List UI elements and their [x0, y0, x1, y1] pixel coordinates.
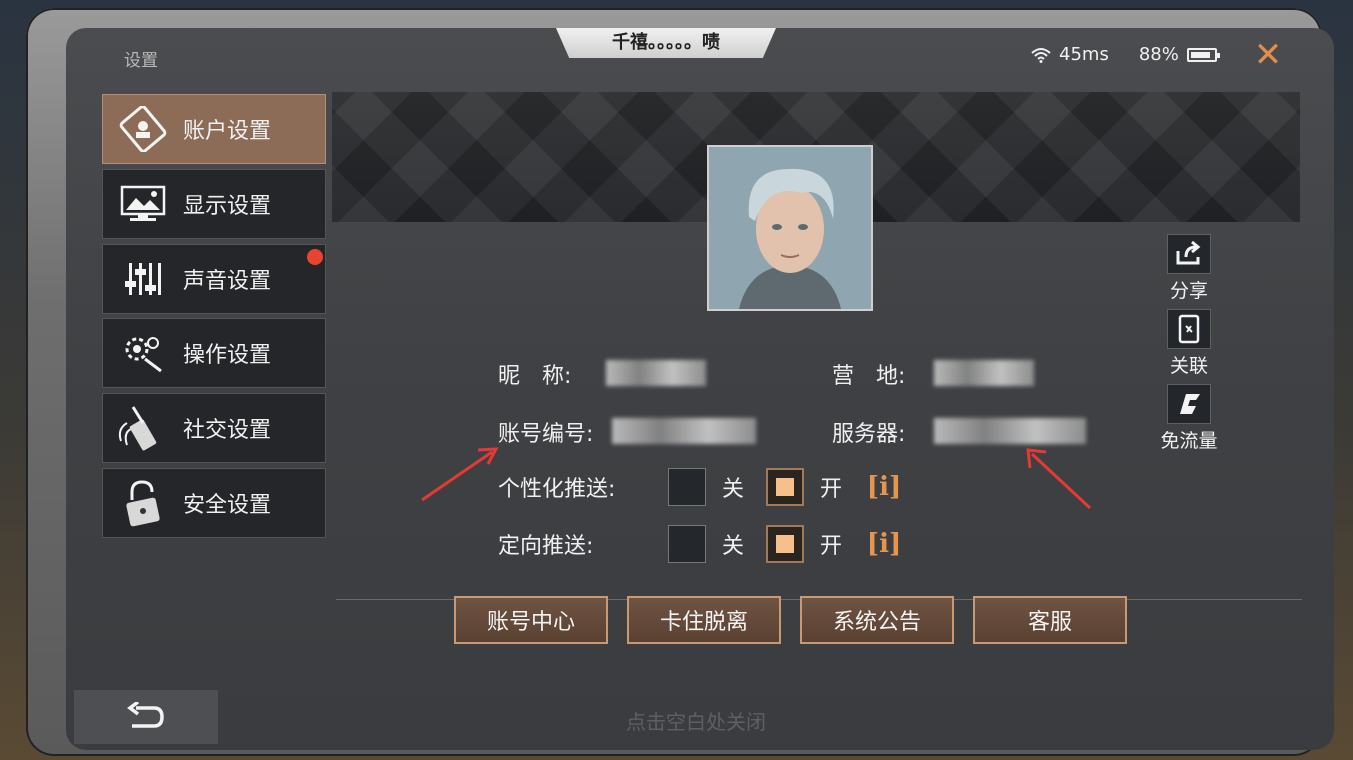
share-icon: [1167, 234, 1211, 274]
phone-link-icon: [1167, 309, 1211, 349]
page-title: 设置: [124, 51, 158, 71]
server-value-redacted: [934, 418, 1086, 444]
sidebar-item-label: 声音设置: [183, 268, 272, 294]
player-avatar: [707, 145, 873, 311]
link-button[interactable]: 关联: [1156, 309, 1222, 378]
status-bar: 45ms 88%: [1031, 44, 1220, 65]
sidebar-item-label: 安全设置: [183, 492, 272, 518]
sidebar-item-label: 社交设置: [183, 418, 272, 444]
nickname-value-redacted: [606, 360, 706, 386]
notification-dot: [307, 248, 323, 265]
sidebar-item-label: 操作设置: [183, 343, 272, 369]
camp-value-redacted: [934, 360, 1034, 386]
share-button[interactable]: 分享: [1156, 234, 1222, 303]
personalized-push-info-icon[interactable]: [i]: [864, 471, 904, 503]
settings-panel: 设置 千禧。。。。。啧 45ms 88% ✕ 账户设置 显示设置 声音设置 操作…: [66, 28, 1334, 750]
announcement-button[interactable]: 系统公告: [800, 596, 954, 644]
gears-icon: [103, 323, 183, 383]
battery-text: 88%: [1138, 44, 1179, 65]
free-data-label: 免流量: [1160, 430, 1218, 452]
lock-icon: [103, 473, 183, 533]
off-label: 关: [722, 534, 745, 559]
back-button[interactable]: [74, 690, 218, 744]
directed-push-off-checkbox[interactable]: [668, 525, 706, 563]
sidebar-item-label: 显示设置: [183, 193, 272, 219]
close-hint: 点击空白处关闭: [626, 710, 766, 734]
display-icon: [103, 174, 183, 234]
sidebar-item-display[interactable]: 显示设置: [102, 168, 326, 239]
sidebar-item-security[interactable]: 安全设置: [102, 467, 326, 538]
directed-push-row: 定向推送: 关 开 [i]: [498, 525, 904, 563]
free-data-icon: [1167, 384, 1211, 424]
account-phone-icon: [103, 99, 183, 159]
directed-push-label: 定向推送:: [498, 534, 594, 559]
camp-label: 营 地:: [832, 364, 906, 389]
close-button[interactable]: ✕: [1250, 38, 1286, 74]
directed-push-on-checkbox[interactable]: [766, 525, 805, 563]
wifi-icon: [1031, 47, 1051, 63]
stuck-escape-button[interactable]: 卡住脱离: [627, 596, 781, 644]
nickname-label: 昵 称:: [498, 364, 572, 389]
personalized-push-off-checkbox[interactable]: [668, 468, 706, 506]
directed-push-info-icon[interactable]: [i]: [864, 528, 904, 560]
support-button[interactable]: 客服: [973, 596, 1127, 644]
off-label: 关: [722, 477, 745, 502]
share-label: 分享: [1169, 280, 1208, 302]
on-label: 开: [820, 477, 843, 502]
account-id-label: 账号编号:: [498, 422, 594, 447]
sidebar-item-social[interactable]: 社交设置: [102, 393, 326, 464]
battery-icon: [1186, 47, 1220, 62]
back-arrow-icon: [127, 702, 164, 728]
annotation-arrow-left: [421, 447, 499, 502]
player-banner-text: 千禧。。。。。啧: [556, 28, 776, 58]
window-frame: 设置 千禧。。。。。啧 45ms 88% ✕ 账户设置 显示设置 声音设置 操作…: [26, 8, 1334, 756]
settings-sidebar: 账户设置 显示设置 声音设置 操作设置 社交设置 安全设置: [102, 94, 326, 543]
sound-sliders-icon: [103, 249, 183, 309]
personalized-push-label: 个性化推送:: [498, 477, 616, 502]
link-label: 关联: [1169, 355, 1208, 377]
server-label: 服务器:: [832, 422, 906, 447]
side-actions: 分享 关联 免流量: [1156, 234, 1222, 459]
walkie-talkie-icon: [103, 398, 183, 458]
sidebar-item-label: 账户设置: [183, 119, 272, 144]
free-data-button[interactable]: 免流量: [1156, 384, 1222, 453]
annotation-arrow-right: [1026, 448, 1092, 510]
personalized-push-on-checkbox[interactable]: [766, 468, 805, 506]
sidebar-item-account[interactable]: 账户设置: [102, 94, 326, 164]
personalized-push-row: 个性化推送: 关 开 [i]: [498, 468, 904, 506]
sidebar-item-sound[interactable]: 声音设置: [102, 243, 326, 314]
sidebar-item-controls[interactable]: 操作设置: [102, 318, 326, 389]
ping-text: 45ms: [1059, 44, 1109, 65]
bottom-buttons: 账号中心 卡住脱离 系统公告 客服: [454, 596, 1127, 644]
on-label: 开: [820, 534, 843, 559]
account-id-value-redacted: [612, 418, 756, 444]
account-center-button[interactable]: 账号中心: [454, 596, 608, 644]
